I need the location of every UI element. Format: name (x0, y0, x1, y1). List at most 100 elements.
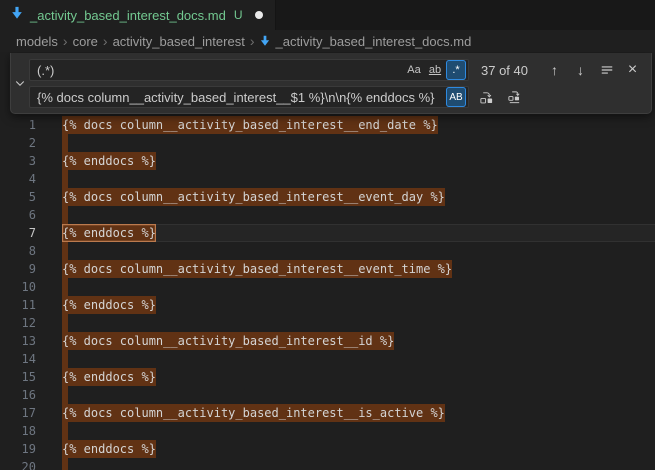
editor-line[interactable]: 3 {% enddocs %} (0, 152, 655, 170)
line-number: 11 (0, 296, 36, 314)
replace-all-icon[interactable] (504, 87, 525, 108)
editor-line[interactable]: 13 {% docs column__activity_based_interes… (0, 332, 655, 350)
line-number: 7 (0, 224, 36, 242)
breadcrumb-item-models[interactable]: models (16, 34, 58, 49)
match-case-button[interactable]: Aa (404, 60, 424, 80)
code-text (62, 206, 68, 224)
code-text: {% enddocs %} (62, 296, 156, 314)
code-text: {% enddocs %} (62, 152, 156, 170)
markdown-file-icon (259, 35, 271, 47)
code-text: {% docs column__activity_based_interest_… (62, 116, 438, 134)
line-number: 13 (0, 332, 36, 350)
code-text: {% enddocs %} (62, 368, 156, 386)
editor-line[interactable]: 19 {% enddocs %} (0, 440, 655, 458)
line-number: 6 (0, 206, 36, 224)
code-text (62, 278, 68, 296)
regex-button[interactable]: .* (446, 60, 466, 80)
code-text (62, 314, 68, 332)
line-number: 1 (0, 116, 36, 134)
code-text: {% docs column__activity_based_interest_… (62, 188, 445, 206)
editor-line[interactable]: 17 {% docs column__activity_based_interes… (0, 404, 655, 422)
code-text: {% docs column__activity_based_interest_… (62, 260, 452, 278)
editor-line[interactable]: 1 {% docs column__activity_based_interest… (0, 116, 655, 134)
code-text: {% enddocs %} (62, 224, 156, 242)
whole-word-button[interactable]: ab (425, 60, 445, 80)
modified-dot-icon[interactable] (255, 11, 263, 19)
tab-filename: _activity_based_interest_docs.md (30, 8, 226, 23)
line-number: 19 (0, 440, 36, 458)
tab-bar: _activity_based_interest_docs.md U (0, 0, 655, 30)
line-number: 12 (0, 314, 36, 332)
breadcrumb-item-core[interactable]: core (73, 34, 98, 49)
breadcrumb-item-folder[interactable]: activity_based_interest (113, 34, 245, 49)
code-text (62, 458, 68, 470)
line-number: 17 (0, 404, 36, 422)
editor-line[interactable]: 10 (0, 278, 655, 296)
code-text (62, 242, 68, 260)
code-text (62, 422, 68, 440)
editor-line-current-match[interactable]: 7 {% enddocs %} (0, 224, 655, 242)
editor-tab[interactable]: _activity_based_interest_docs.md U (0, 0, 276, 30)
chevron-right-icon: › (250, 33, 255, 49)
replace-row: {% docs column__activity_based_interest_… (29, 86, 643, 108)
find-input-value: (.*) (37, 63, 403, 78)
line-number: 10 (0, 278, 36, 296)
markdown-file-icon (10, 6, 24, 25)
find-row: (.*) Aa ab .* 37 of 40 ↑ ↓ × (29, 59, 643, 81)
find-input[interactable]: (.*) Aa ab .* (29, 59, 469, 81)
editor-line[interactable]: 18 (0, 422, 655, 440)
code-text: {% docs column__activity_based_interest_… (62, 404, 445, 422)
code-text (62, 170, 68, 188)
editor-line[interactable]: 20 (0, 458, 655, 470)
line-number: 16 (0, 386, 36, 404)
match-count: 37 of 40 (481, 63, 528, 78)
line-number: 14 (0, 350, 36, 368)
breadcrumb: models › core › activity_based_interest … (0, 30, 655, 52)
editor-line[interactable]: 5 {% docs column__activity_based_interest… (0, 188, 655, 206)
previous-match-button[interactable]: ↑ (544, 60, 565, 81)
vscode-window: _activity_based_interest_docs.md U model… (0, 0, 655, 470)
editor-line[interactable]: 11 {% enddocs %} (0, 296, 655, 314)
line-number: 4 (0, 170, 36, 188)
breadcrumb-file-label: _activity_based_interest_docs.md (275, 34, 471, 49)
line-number: 5 (0, 188, 36, 206)
toggle-replace-button[interactable] (11, 53, 29, 113)
code-text: {% enddocs %} (62, 440, 156, 458)
replace-input[interactable]: {% docs column__activity_based_interest_… (29, 86, 469, 108)
chevron-down-icon (14, 77, 26, 89)
code-text (62, 350, 68, 368)
line-number: 20 (0, 458, 36, 470)
editor-line[interactable]: 4 (0, 170, 655, 188)
line-number: 18 (0, 422, 36, 440)
replace-icon[interactable] (476, 87, 497, 108)
line-number: 9 (0, 260, 36, 278)
preserve-case-button[interactable]: AB (446, 87, 466, 107)
editor-line[interactable]: 9 {% docs column__activity_based_interest… (0, 260, 655, 278)
editor-line[interactable]: 8 (0, 242, 655, 260)
code-text (62, 134, 68, 152)
breadcrumb-item-file[interactable]: _activity_based_interest_docs.md (259, 34, 471, 49)
find-in-selection-icon[interactable] (596, 60, 617, 81)
editor-line[interactable]: 14 (0, 350, 655, 368)
editor-area[interactable]: (.*) Aa ab .* 37 of 40 ↑ ↓ × {% docs (0, 52, 655, 470)
chevron-right-icon: › (63, 33, 68, 49)
editor-line[interactable]: 15 {% enddocs %} (0, 368, 655, 386)
editor-line[interactable]: 6 (0, 206, 655, 224)
replace-input-value: {% docs column__activity_based_interest_… (37, 90, 445, 105)
code-text: {% docs column__activity_based_interest_… (62, 332, 394, 350)
find-widget: (.*) Aa ab .* 37 of 40 ↑ ↓ × {% docs (10, 53, 652, 114)
code-text (62, 386, 68, 404)
line-number: 15 (0, 368, 36, 386)
line-number: 8 (0, 242, 36, 260)
editor-line[interactable]: 2 (0, 134, 655, 152)
line-number: 2 (0, 134, 36, 152)
close-icon[interactable]: × (622, 60, 643, 81)
editor-line[interactable]: 12 (0, 314, 655, 332)
next-match-button[interactable]: ↓ (570, 60, 591, 81)
editor-line[interactable]: 16 (0, 386, 655, 404)
find-widget-fields: (.*) Aa ab .* 37 of 40 ↑ ↓ × {% docs (29, 53, 651, 113)
code-lines: 1{% docs column__activity_based_interest… (0, 52, 655, 470)
line-number: 3 (0, 152, 36, 170)
git-status-badge: U (234, 8, 243, 22)
chevron-right-icon: › (103, 33, 108, 49)
